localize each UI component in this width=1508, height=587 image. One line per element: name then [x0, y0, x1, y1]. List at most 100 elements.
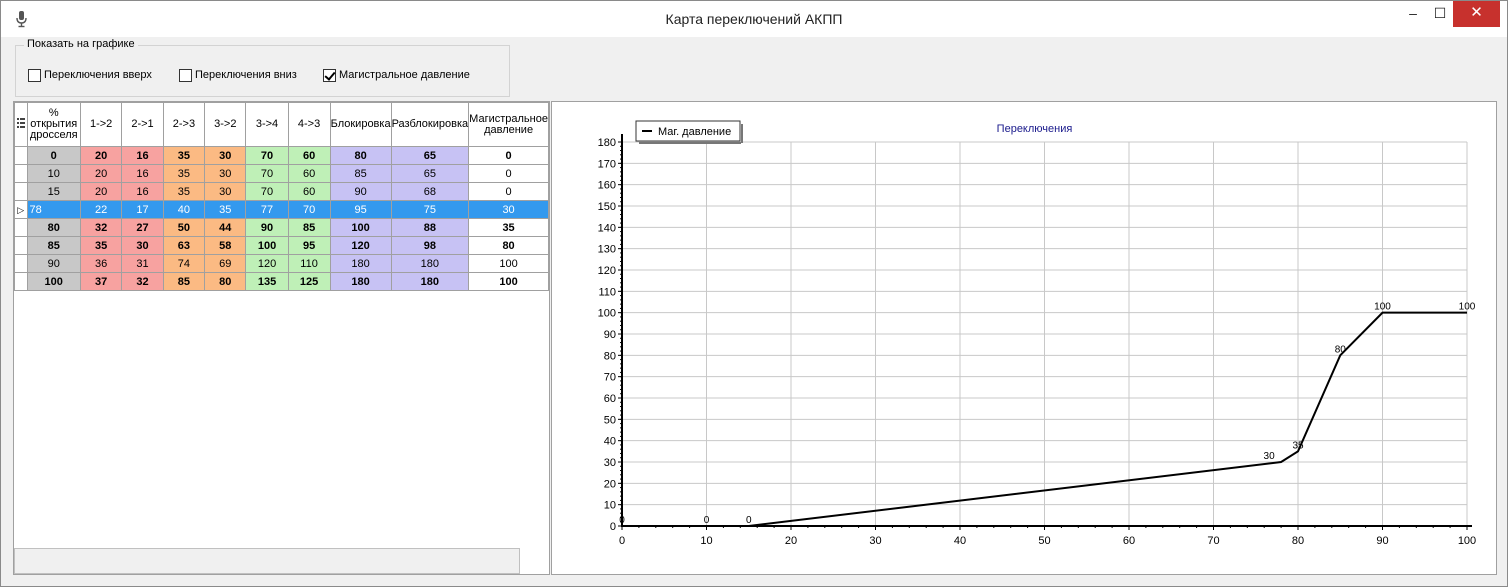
- checkbox-box[interactable]: [323, 68, 336, 82]
- row-selector[interactable]: [14, 182, 28, 201]
- value-cell[interactable]: 30: [468, 200, 549, 219]
- row-selector[interactable]: [14, 254, 28, 273]
- value-cell[interactable]: 80: [468, 236, 549, 255]
- value-cell[interactable]: 20: [79, 182, 123, 201]
- table-row[interactable]: ▷ 78 22 17 40 35 77 70 95 75 30: [14, 200, 549, 219]
- value-cell[interactable]: 98: [390, 236, 470, 255]
- throttle-cell[interactable]: 78: [26, 200, 81, 219]
- table-row[interactable]: 10 20 16 35 30 70 60 85 65 0: [14, 164, 549, 183]
- row-selector[interactable]: [14, 218, 28, 237]
- checkbox-downshift[interactable]: Переключения вниз: [179, 68, 297, 82]
- value-cell[interactable]: 65: [390, 146, 470, 165]
- throttle-cell[interactable]: 100: [26, 272, 81, 291]
- value-cell[interactable]: 68: [390, 182, 470, 201]
- throttle-cell[interactable]: 85: [26, 236, 81, 255]
- value-cell[interactable]: 85: [329, 164, 392, 183]
- value-cell[interactable]: 37: [79, 272, 123, 291]
- checkbox-box[interactable]: [28, 68, 41, 82]
- checkbox-upshift[interactable]: Переключения вверх: [28, 68, 152, 82]
- value-cell[interactable]: 40: [162, 200, 206, 219]
- value-cell[interactable]: 20: [79, 146, 123, 165]
- table-row[interactable]: 0 20 16 35 30 70 60 80 65 0: [14, 146, 549, 165]
- value-cell[interactable]: 36: [79, 254, 123, 273]
- value-cell[interactable]: 100: [245, 236, 289, 255]
- column-header[interactable]: Блокировка: [329, 102, 392, 147]
- value-cell[interactable]: 35: [162, 182, 206, 201]
- value-cell[interactable]: 65: [390, 164, 470, 183]
- value-cell[interactable]: 60: [287, 146, 331, 165]
- value-cell[interactable]: 100: [468, 254, 549, 273]
- value-cell[interactable]: 95: [287, 236, 331, 255]
- value-cell[interactable]: 90: [245, 218, 289, 237]
- value-cell[interactable]: 100: [329, 218, 392, 237]
- value-cell[interactable]: 180: [329, 272, 392, 291]
- value-cell[interactable]: 30: [204, 182, 247, 201]
- checkbox-box[interactable]: [179, 68, 192, 82]
- table-row[interactable]: 15 20 16 35 30 70 60 90 68 0: [14, 182, 549, 201]
- throttle-cell[interactable]: 15: [26, 182, 81, 201]
- value-cell[interactable]: 90: [329, 182, 392, 201]
- row-selector[interactable]: [14, 236, 28, 255]
- checkbox-line-pressure[interactable]: Магистральное давление: [323, 68, 470, 82]
- column-header[interactable]: 3->4: [245, 102, 289, 147]
- column-header[interactable]: 4->3: [287, 102, 331, 147]
- value-cell[interactable]: 120: [245, 254, 289, 273]
- value-cell[interactable]: 77: [245, 200, 289, 219]
- value-cell[interactable]: 22: [79, 200, 123, 219]
- value-cell[interactable]: 30: [204, 164, 247, 183]
- value-cell[interactable]: 70: [287, 200, 331, 219]
- value-cell[interactable]: 35: [468, 218, 549, 237]
- value-cell[interactable]: 30: [204, 146, 247, 165]
- row-selector[interactable]: [14, 164, 28, 183]
- column-header[interactable]: 2->3: [162, 102, 206, 147]
- value-cell[interactable]: 32: [121, 272, 164, 291]
- throttle-cell[interactable]: 0: [26, 146, 81, 165]
- value-cell[interactable]: 95: [329, 200, 392, 219]
- value-cell[interactable]: 69: [204, 254, 247, 273]
- column-header[interactable]: 3->2: [204, 102, 247, 147]
- value-cell[interactable]: 74: [162, 254, 206, 273]
- throttle-cell[interactable]: 80: [26, 218, 81, 237]
- row-selector[interactable]: [14, 146, 28, 165]
- horizontal-scrollbar[interactable]: [14, 548, 520, 574]
- throttle-cell[interactable]: 90: [26, 254, 81, 273]
- column-header[interactable]: Разблокировка: [390, 102, 470, 147]
- minimize-button[interactable]: –: [1399, 1, 1427, 27]
- value-cell[interactable]: 80: [329, 146, 392, 165]
- column-header[interactable]: 2->1: [121, 102, 164, 147]
- value-cell[interactable]: 180: [390, 272, 470, 291]
- close-button[interactable]: ✕: [1453, 1, 1500, 27]
- value-cell[interactable]: 0: [468, 164, 549, 183]
- value-cell[interactable]: 44: [204, 218, 247, 237]
- table-row[interactable]: 90 36 31 74 69 120 110 180 180 100: [14, 254, 549, 273]
- value-cell[interactable]: 85: [162, 272, 206, 291]
- value-cell[interactable]: 16: [121, 146, 164, 165]
- value-cell[interactable]: 32: [79, 218, 123, 237]
- title-bar[interactable]: Карта переключений АКПП – ☐ ✕: [1, 1, 1507, 37]
- value-cell[interactable]: 35: [162, 164, 206, 183]
- value-cell[interactable]: 35: [79, 236, 123, 255]
- value-cell[interactable]: 0: [468, 182, 549, 201]
- value-cell[interactable]: 0: [468, 146, 549, 165]
- value-cell[interactable]: 135: [245, 272, 289, 291]
- value-cell[interactable]: 16: [121, 182, 164, 201]
- column-header[interactable]: Магистральное давление: [468, 102, 549, 147]
- value-cell[interactable]: 63: [162, 236, 206, 255]
- column-chooser-icon[interactable]: [14, 102, 28, 147]
- value-cell[interactable]: 70: [245, 182, 289, 201]
- value-cell[interactable]: 110: [287, 254, 331, 273]
- value-cell[interactable]: 100: [468, 272, 549, 291]
- maximize-button[interactable]: ☐: [1427, 1, 1453, 27]
- column-header[interactable]: 1->2: [79, 102, 123, 147]
- value-cell[interactable]: 16: [121, 164, 164, 183]
- value-cell[interactable]: 70: [245, 164, 289, 183]
- value-cell[interactable]: 17: [121, 200, 164, 219]
- table-row[interactable]: 80 32 27 50 44 90 85 100 88 35: [14, 218, 549, 237]
- value-cell[interactable]: 58: [204, 236, 247, 255]
- value-cell[interactable]: 120: [329, 236, 392, 255]
- value-cell[interactable]: 20: [79, 164, 123, 183]
- table-row[interactable]: 85 35 30 63 58 100 95 120 98 80: [14, 236, 549, 255]
- value-cell[interactable]: 31: [121, 254, 164, 273]
- value-cell[interactable]: 60: [287, 164, 331, 183]
- value-cell[interactable]: 125: [287, 272, 331, 291]
